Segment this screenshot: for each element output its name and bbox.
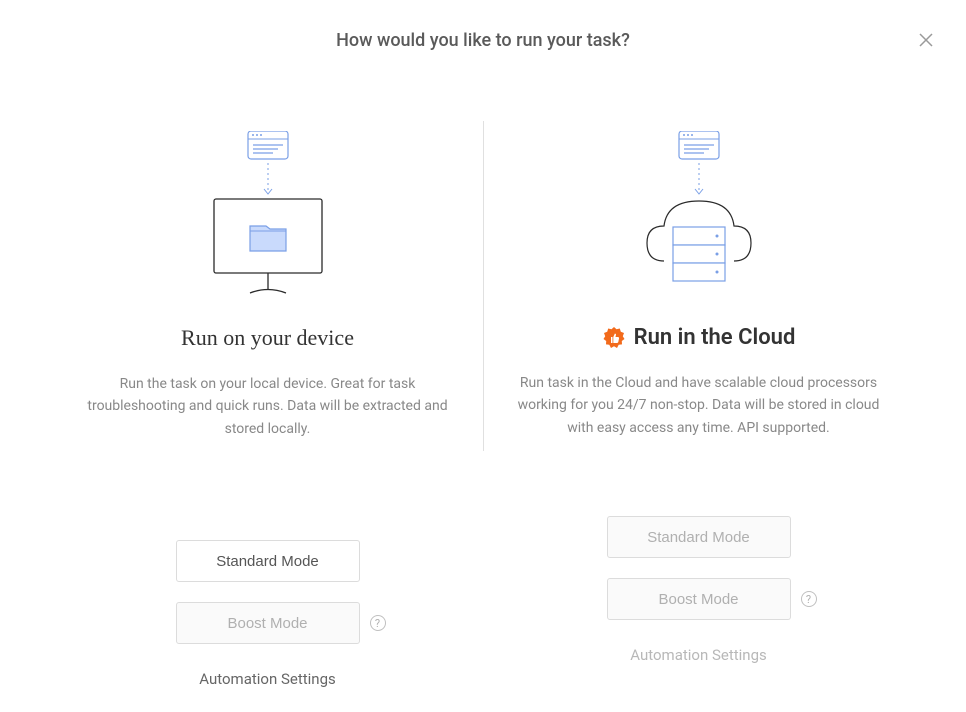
cloud-automation-settings[interactable]: Automation Settings [630, 646, 767, 664]
help-icon[interactable]: ? [801, 591, 817, 607]
close-icon [919, 33, 933, 47]
device-illustration [198, 131, 338, 301]
cloud-standard-button[interactable]: Standard Mode [607, 516, 791, 558]
device-automation-settings[interactable]: Automation Settings [199, 670, 336, 688]
dialog-title: How would you like to run your task? [30, 30, 936, 51]
device-standard-button[interactable]: Standard Mode [176, 540, 360, 582]
option-cloud: Run in the Cloud Run task in the Cloud a… [484, 131, 914, 688]
run-task-dialog: How would you like to run your task? [0, 0, 966, 712]
cloud-boost-button[interactable]: Boost Mode [607, 578, 791, 620]
device-description: Run the task on your local device. Great… [73, 373, 463, 440]
device-heading: Run on your device [181, 325, 354, 351]
device-boost-button[interactable]: Boost Mode [176, 602, 360, 644]
thumbs-up-icon [602, 326, 626, 350]
help-icon[interactable]: ? [370, 615, 386, 631]
cloud-buttons: Standard Mode Boost Mode ? Automation Se… [607, 516, 791, 664]
option-device: Run on your device Run the task on your … [53, 131, 483, 688]
cloud-illustration [629, 131, 769, 301]
options-row: Run on your device Run the task on your … [30, 131, 936, 688]
cloud-heading-text: Run in the Cloud [634, 325, 796, 350]
close-button[interactable] [916, 30, 936, 50]
device-buttons: Standard Mode Boost Mode ? Automation Se… [176, 540, 360, 688]
cloud-description: Run task in the Cloud and have scalable … [504, 372, 894, 439]
cloud-heading: Run in the Cloud [602, 325, 796, 350]
